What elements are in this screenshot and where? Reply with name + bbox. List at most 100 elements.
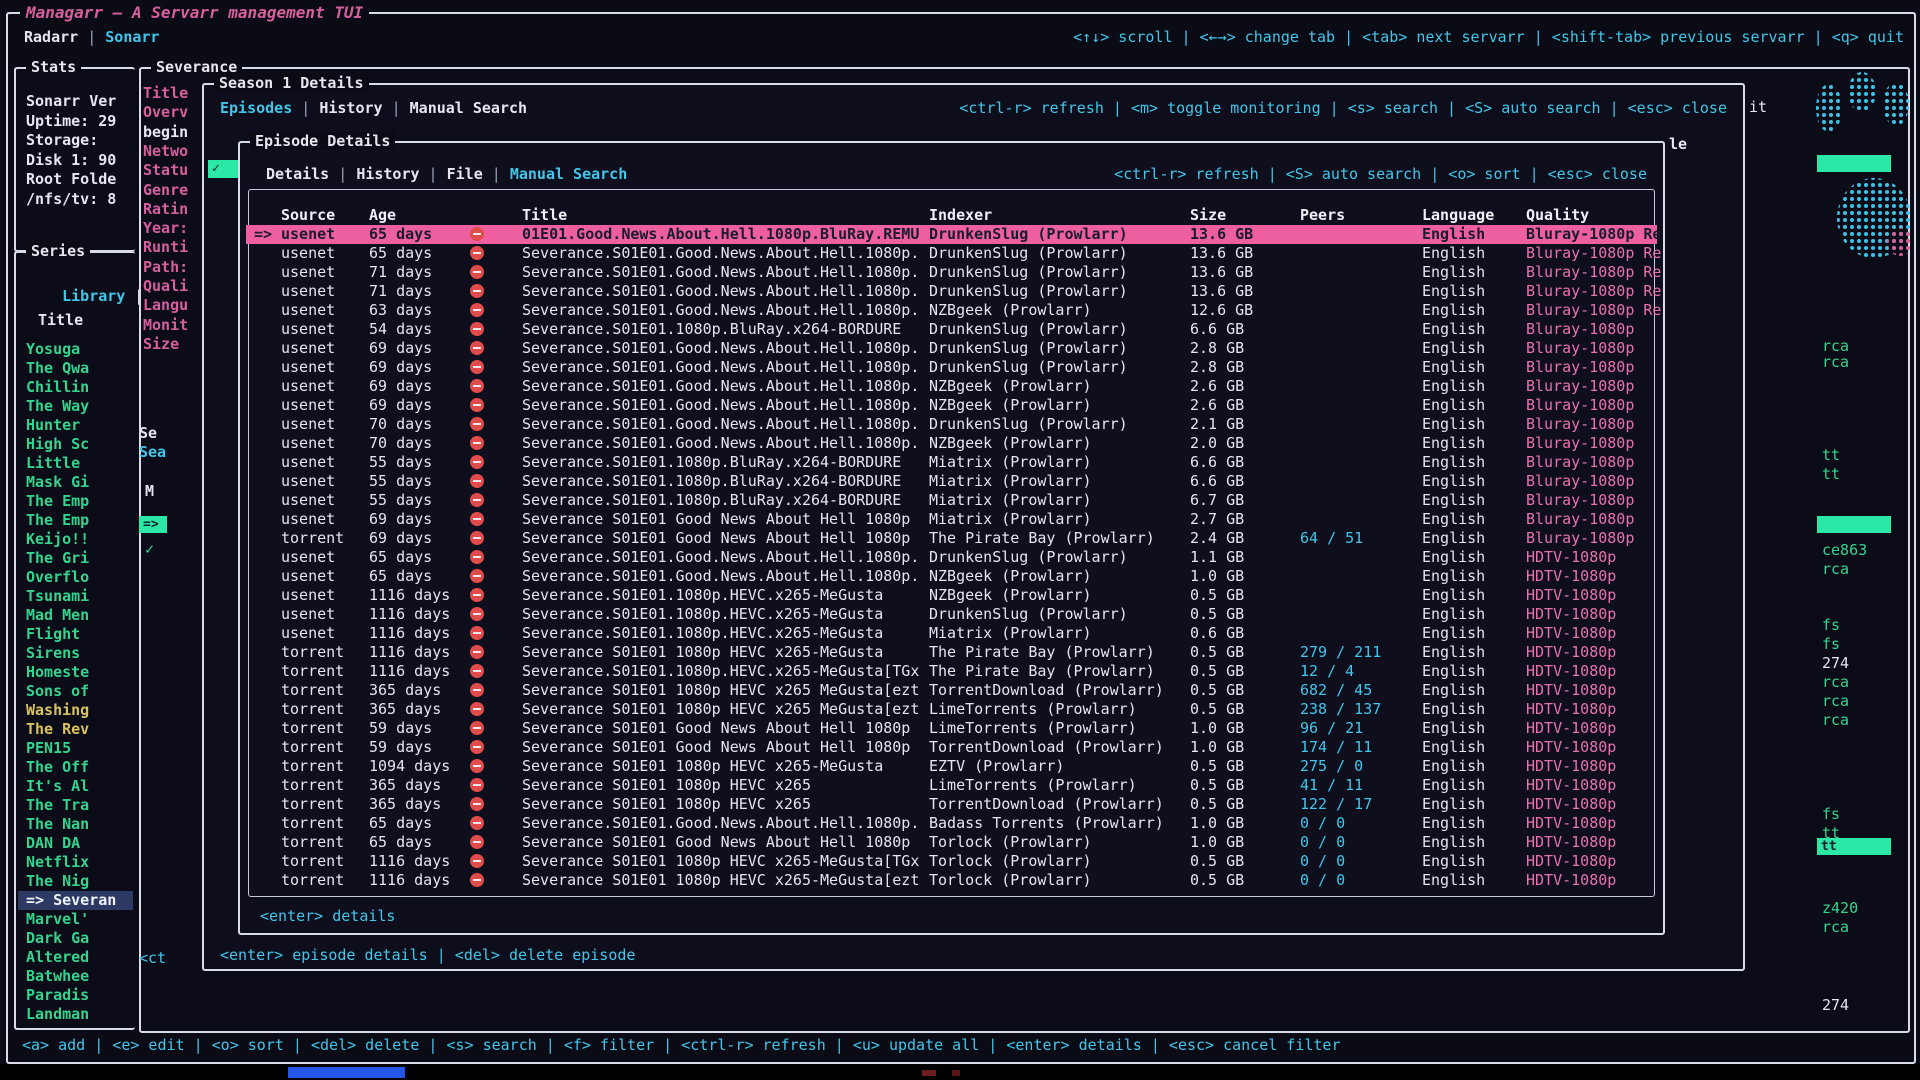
text-fragment: fs <box>1822 806 1840 823</box>
release-row[interactable]: usenet1116 daysSeverance.S01E01.1080p.HE… <box>246 605 1657 624</box>
library-item[interactable]: Yosuga <box>26 340 135 359</box>
library-item[interactable]: Hunter <box>26 416 135 435</box>
release-row[interactable]: usenet55 daysSeverance.S01E01.1080p.BluR… <box>246 491 1657 510</box>
release-row[interactable]: usenet70 daysSeverance.S01E01.Good.News.… <box>246 415 1657 434</box>
release-row[interactable]: usenet1116 daysSeverance.S01E01.1080p.HE… <box>246 624 1657 643</box>
library-item[interactable]: Sirens <box>26 644 135 663</box>
release-row[interactable]: usenet70 daysSeverance.S01E01.Good.News.… <box>246 434 1657 453</box>
release-row[interactable]: torrent365 daysSeverance S01E01 1080p HE… <box>246 795 1657 814</box>
column-header-indexer[interactable]: Indexer <box>929 206 992 225</box>
library-item[interactable]: => Severan <box>18 891 133 910</box>
library-item[interactable]: Tsunami <box>26 587 135 606</box>
library-item[interactable]: Mask Gi <box>26 473 135 492</box>
library-item[interactable]: Keijo!! <box>26 530 135 549</box>
release-row[interactable]: torrent365 daysSeverance S01E01 1080p HE… <box>246 776 1657 795</box>
library-item[interactable]: Mad Men <box>26 606 135 625</box>
release-row[interactable]: usenet65 daysSeverance.S01E01.Good.News.… <box>246 567 1657 586</box>
release-row[interactable]: usenet69 daysSeverance S01E01 Good News … <box>246 510 1657 529</box>
cell-language: English <box>1422 358 1485 377</box>
release-row[interactable]: usenet71 daysSeverance.S01E01.Good.News.… <box>246 282 1657 301</box>
release-row[interactable]: torrent365 daysSeverance S01E01 1080p HE… <box>246 681 1657 700</box>
cell-age: 1116 days <box>369 605 450 624</box>
release-row[interactable]: usenet1116 daysSeverance.S01E01.1080p.HE… <box>246 586 1657 605</box>
library-item[interactable]: Overflo <box>26 568 135 587</box>
library-item[interactable]: Little <box>26 454 135 473</box>
library-item[interactable]: Washing <box>26 701 135 720</box>
tab-details[interactable]: Details <box>266 165 329 183</box>
column-header-peers[interactable]: Peers <box>1300 206 1345 225</box>
release-row[interactable]: torrent69 daysSeverance S01E01 Good News… <box>246 529 1657 548</box>
release-row[interactable]: usenet71 daysSeverance.S01E01.Good.News.… <box>246 263 1657 282</box>
tab-episodes[interactable]: Episodes <box>220 99 292 117</box>
column-header-quality[interactable]: Quality <box>1526 206 1589 225</box>
library-item[interactable]: Paradis <box>26 986 135 1005</box>
library-item[interactable]: Landman <box>26 1005 135 1024</box>
release-row[interactable]: torrent1116 daysSeverance S01E01 1080p H… <box>246 852 1657 871</box>
library-item[interactable]: The Nig <box>26 872 135 891</box>
library-item[interactable]: DAN DA <box>26 834 135 853</box>
cell-indexer: Miatrix (Prowlarr) <box>929 491 1092 510</box>
release-row[interactable]: usenet54 daysSeverance.S01E01.1080p.BluR… <box>246 320 1657 339</box>
library-item[interactable]: The Tra <box>26 796 135 815</box>
release-row[interactable]: torrent65 daysSeverance S01E01 Good News… <box>246 833 1657 852</box>
release-row[interactable]: torrent1116 daysSeverance.S01E01.1080p.H… <box>246 662 1657 681</box>
library-item[interactable]: The Nan <box>26 815 135 834</box>
release-row[interactable]: =>usenet65 days01E01.Good.News.About.Hel… <box>246 225 1657 244</box>
library-item[interactable]: Altered <box>26 948 135 967</box>
library-item[interactable]: Dark Ga <box>26 929 135 948</box>
tab-manual-search[interactable]: Manual Search <box>410 99 527 117</box>
library-item[interactable]: Chillin <box>26 378 135 397</box>
release-row[interactable]: torrent65 daysSeverance.S01E01.Good.News… <box>246 814 1657 833</box>
release-row[interactable]: usenet69 daysSeverance.S01E01.Good.News.… <box>246 377 1657 396</box>
column-header-age[interactable]: Age <box>369 206 396 225</box>
library-item[interactable]: The Rev <box>26 720 135 739</box>
column-header-language[interactable]: Language <box>1422 206 1494 225</box>
release-row[interactable]: usenet69 daysSeverance.S01E01.Good.News.… <box>246 339 1657 358</box>
tab-radarr[interactable]: Radarr <box>24 28 78 46</box>
library-item[interactable]: Flight <box>26 625 135 644</box>
library-item[interactable]: The Emp <box>26 492 135 511</box>
tab-history[interactable]: History <box>319 99 382 117</box>
selection-highlight[interactable] <box>1817 516 1891 533</box>
selection-highlight[interactable]: => <box>139 516 167 533</box>
tab-history[interactable]: History <box>356 165 419 183</box>
release-row[interactable]: usenet63 daysSeverance.S01E01.Good.News.… <box>246 301 1657 320</box>
library-item[interactable]: The Gri <box>26 549 135 568</box>
release-row[interactable]: usenet69 daysSeverance.S01E01.Good.News.… <box>246 396 1657 415</box>
library-item[interactable]: Sons of <box>26 682 135 701</box>
release-row[interactable]: torrent1116 daysSeverance S01E01 1080p H… <box>246 871 1657 890</box>
release-row[interactable]: usenet55 daysSeverance.S01E01.1080p.BluR… <box>246 453 1657 472</box>
library-item[interactable]: Netflix <box>26 853 135 872</box>
library-item[interactable]: Batwhee <box>26 967 135 986</box>
tab-file[interactable]: File <box>447 165 483 183</box>
library-tab-library[interactable]: Library <box>62 287 125 305</box>
rejected-icon <box>470 740 484 754</box>
taskbar-app-button[interactable] <box>288 1067 405 1078</box>
release-row[interactable]: torrent59 daysSeverance S01E01 Good News… <box>246 738 1657 757</box>
selection-highlight[interactable] <box>1817 155 1891 172</box>
column-header-size[interactable]: Size <box>1190 206 1226 225</box>
release-row[interactable]: usenet55 daysSeverance.S01E01.1080p.BluR… <box>246 472 1657 491</box>
library-item[interactable]: The Off <box>26 758 135 777</box>
release-row[interactable]: torrent59 daysSeverance S01E01 Good News… <box>246 719 1657 738</box>
tab-manual-search[interactable]: Manual Search <box>510 165 627 183</box>
tab-sonarr[interactable]: Sonarr <box>105 28 159 46</box>
release-row[interactable]: usenet65 daysSeverance.S01E01.Good.News.… <box>246 548 1657 567</box>
selection-highlight[interactable]: tt <box>1817 838 1891 855</box>
release-row[interactable]: usenet69 daysSeverance.S01E01.Good.News.… <box>246 358 1657 377</box>
column-header-title[interactable]: Title <box>522 206 567 225</box>
release-row[interactable]: torrent365 daysSeverance S01E01 1080p HE… <box>246 700 1657 719</box>
release-row[interactable]: torrent1094 daysSeverance S01E01 1080p H… <box>246 757 1657 776</box>
library-item[interactable]: Marvel' <box>26 910 135 929</box>
library-item[interactable]: It's Al <box>26 777 135 796</box>
library-item[interactable]: The Qwa <box>26 359 135 378</box>
library-item[interactable]: The Way <box>26 397 135 416</box>
column-header-source[interactable]: Source <box>281 206 335 225</box>
release-row[interactable]: torrent1116 daysSeverance S01E01 1080p H… <box>246 643 1657 662</box>
library-item[interactable]: PEN15 <box>26 739 135 758</box>
release-row[interactable]: usenet65 daysSeverance.S01E01.Good.News.… <box>246 244 1657 263</box>
library-item[interactable]: Homeste <box>26 663 135 682</box>
library-item[interactable]: High Sc <box>26 435 135 454</box>
cell-indexer: DrunkenSlug (Prowlarr) <box>929 244 1128 263</box>
library-item[interactable]: The Emp <box>26 511 135 530</box>
